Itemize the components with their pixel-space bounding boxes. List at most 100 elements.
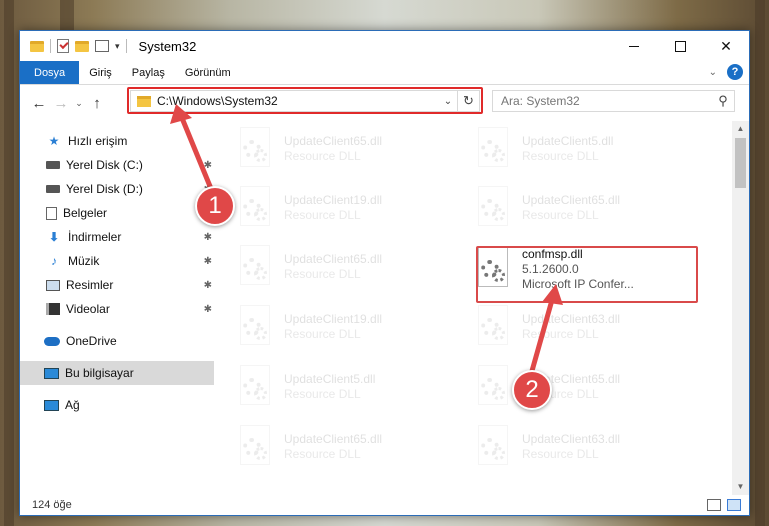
file-description: Resource DLL — [522, 149, 599, 163]
ribbon-tabs: Dosya Giriş Paylaş Görünüm ⌄ ? — [20, 61, 749, 85]
large-icons-view-icon[interactable] — [727, 499, 741, 511]
scrollbar-thumb[interactable] — [735, 138, 746, 188]
file-name: UpdateClient5.dll — [522, 134, 614, 148]
sidebar-item-label: OneDrive — [66, 334, 117, 348]
list-item[interactable]: UpdateClient65.dll Resource DLL — [238, 241, 458, 293]
sidebar-item-label: Ağ — [65, 398, 80, 412]
background-tree — [60, 0, 74, 30]
music-icon: ♪ — [51, 254, 57, 268]
dll-file-icon — [476, 127, 512, 171]
vertical-scrollbar[interactable]: ▲ ▼ — [732, 121, 749, 495]
sidebar-item-local-disk-c[interactable]: Yerel Disk (C:) ✱ — [20, 153, 214, 177]
sidebar-item-network[interactable]: Ağ — [20, 393, 214, 417]
sidebar-item-music[interactable]: ♪ Müzik ✱ — [20, 249, 214, 273]
callout-badge-2: 2 — [512, 370, 552, 410]
pin-icon[interactable]: ✱ — [204, 280, 212, 291]
pin-icon[interactable]: ✱ — [204, 304, 212, 315]
maximize-button[interactable] — [657, 31, 703, 61]
list-item[interactable]: UpdateClient5.dll Resource DLL — [238, 361, 458, 413]
minimize-button[interactable] — [611, 31, 657, 61]
file-description: Resource DLL — [284, 447, 361, 461]
tab-home[interactable]: Giriş — [79, 61, 122, 84]
sidebar-item-pictures[interactable]: Resimler ✱ — [20, 273, 214, 297]
sidebar-item-documents[interactable]: Belgeler ✱ — [20, 201, 214, 225]
tab-share[interactable]: Paylaş — [122, 61, 175, 84]
list-item[interactable]: UpdateClient19.dll Resource DLL — [238, 301, 458, 353]
scroll-down-icon[interactable]: ▼ — [732, 479, 749, 495]
folder-icon — [30, 40, 44, 52]
sidebar-item-label: Resimler — [66, 278, 114, 292]
status-bar: 124 öğe — [20, 495, 749, 515]
sidebar-item-local-disk-d[interactable]: Yerel Disk (D:) ✱ — [20, 177, 214, 201]
up-button[interactable]: ↑ — [86, 95, 108, 112]
file-name: UpdateClient19.dll — [284, 312, 383, 326]
customize-toolbar-chevron-icon[interactable]: ▾ — [115, 41, 120, 52]
item-count: 124 öğe — [32, 499, 72, 511]
sidebar-item-label: İndirmeler — [68, 230, 122, 244]
file-description: Resource DLL — [284, 267, 361, 281]
file-list: UpdateClient65.dll Resource DLL UpdateCli… — [214, 121, 749, 495]
sidebar-item-quick-access[interactable]: ★ Hızlı erişim — [20, 129, 214, 153]
recent-locations-button[interactable]: ⌄ — [72, 98, 86, 109]
details-view-icon[interactable] — [707, 499, 721, 511]
file-name: UpdateClient65.dll — [522, 193, 621, 207]
pin-icon[interactable]: ✱ — [204, 232, 212, 243]
help-icon[interactable]: ? — [727, 64, 743, 80]
list-item[interactable]: UpdateClient65.dll Resource DLL — [476, 361, 696, 413]
close-button[interactable]: ✕ — [703, 31, 749, 61]
sidebar-item-onedrive[interactable]: OneDrive — [20, 329, 214, 353]
file-description: Resource DLL — [284, 327, 361, 341]
sidebar-item-label: Videolar — [66, 302, 110, 316]
network-icon — [44, 399, 59, 411]
sidebar-item-this-pc[interactable]: Bu bilgisayar — [20, 361, 214, 385]
sidebar-item-videos[interactable]: Videolar ✱ — [20, 297, 214, 321]
star-icon: ★ — [48, 134, 60, 148]
title-bar: ▾ System32 ✕ — [20, 31, 749, 61]
list-item[interactable]: UpdateClient63.dll Resource DLL — [476, 421, 696, 473]
file-description: Resource DLL — [522, 208, 599, 222]
search-box[interactable]: ⚲ — [492, 90, 735, 112]
new-folder-icon[interactable] — [75, 40, 89, 52]
document-icon — [46, 206, 57, 220]
computer-icon — [44, 367, 59, 379]
pin-icon[interactable]: ✱ — [204, 256, 212, 267]
list-item[interactable]: UpdateClient63.dll Resource DLL — [476, 301, 696, 353]
dll-file-icon — [238, 186, 274, 230]
pin-icon[interactable]: ✱ — [204, 160, 212, 171]
sidebar-item-downloads[interactable]: ⬇ İndirmeler ✱ — [20, 225, 214, 249]
quick-access-toolbar: ▾ — [20, 39, 127, 53]
back-button[interactable]: ← — [28, 95, 50, 112]
dll-file-icon — [238, 365, 274, 409]
sidebar-item-label: Hızlı erişim — [68, 134, 128, 148]
dll-file-icon — [238, 127, 274, 171]
properties-check-icon[interactable] — [57, 39, 69, 53]
file-description: Resource DLL — [284, 387, 361, 401]
list-item[interactable]: UpdateClient5.dll Resource DLL — [476, 123, 696, 175]
expand-ribbon-chevron-icon[interactable]: ⌄ — [709, 67, 717, 78]
tab-view[interactable]: Görünüm — [175, 61, 241, 84]
dll-file-icon — [238, 245, 274, 289]
list-item[interactable]: UpdateClient65.dll Resource DLL — [238, 123, 458, 175]
file-description: Resource DLL — [284, 149, 361, 163]
list-item[interactable]: UpdateClient65.dll Resource DLL — [476, 182, 696, 234]
search-icon[interactable]: ⚲ — [712, 93, 734, 109]
list-item[interactable]: UpdateClient19.dll Resource DLL — [238, 182, 458, 234]
file-name: UpdateClient65.dll — [284, 252, 383, 266]
sidebar-item-label: Belgeler — [63, 206, 108, 220]
toolbar-separator — [125, 39, 127, 53]
pictures-icon — [46, 279, 60, 291]
search-input[interactable] — [501, 94, 712, 108]
sidebar-item-label: Müzik — [68, 254, 100, 268]
scroll-up-icon[interactable]: ▲ — [732, 121, 749, 137]
dll-file-icon — [476, 186, 512, 230]
file-description: Resource DLL — [522, 447, 599, 461]
file-description: Resource DLL — [284, 208, 361, 222]
tab-file[interactable]: Dosya — [20, 61, 80, 84]
forward-button[interactable]: → — [50, 95, 72, 112]
rename-icon[interactable] — [95, 40, 109, 52]
list-item[interactable]: UpdateClient65.dll Resource DLL — [238, 421, 458, 473]
drive-icon — [46, 185, 60, 193]
sidebar-item-label: Yerel Disk (D:) — [66, 182, 143, 196]
